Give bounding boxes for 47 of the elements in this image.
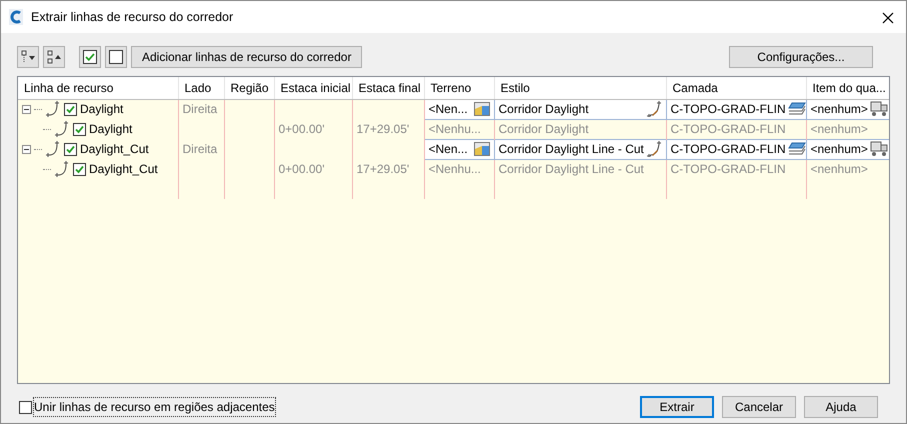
check-all-button[interactable] (79, 46, 101, 68)
feature-line-name: Daylight (89, 121, 132, 138)
table-cell: <Nenhu... (428, 162, 481, 176)
table-cell: Corridor Daylight Line - Cut (498, 162, 644, 176)
add-feature-lines-button[interactable]: Adicionar linhas de recurso do corredor (131, 46, 362, 68)
dialog-button[interactable]: Cancelar (722, 396, 796, 418)
expand-all-button[interactable] (17, 46, 39, 68)
table-cell: <nenhum> (810, 162, 868, 176)
table-cell: 0+00.00' (278, 162, 325, 176)
table-cell: <nenhum> (810, 122, 868, 136)
close-icon (882, 12, 894, 24)
settings-button[interactable]: Configurações... (729, 46, 873, 68)
table-cell: C-TOPO-GRAD-FLIN (670, 162, 786, 176)
table-cell: Direita (182, 142, 218, 156)
table-cell: Corridor Daylight (498, 122, 589, 136)
window-title: Extrair linhas de recurso do corredor (31, 8, 234, 26)
feature-line-name: Daylight_Cut (80, 141, 149, 158)
feature-line-name: Daylight_Cut (89, 161, 158, 178)
app-logo-icon (9, 9, 23, 25)
expand-tree-icon (20, 49, 36, 65)
table-cell: 17+29.05' (356, 162, 410, 176)
expander-icon[interactable] (22, 104, 31, 114)
uncheck-all-button[interactable] (105, 46, 127, 68)
join-label[interactable]: Unir linhas de recurso em regiões adjacentes (34, 398, 275, 416)
join-checkbox[interactable] (19, 400, 32, 414)
row-checkbox[interactable] (73, 122, 86, 136)
feature-line-name: Daylight (80, 101, 124, 118)
feature-line-icon (54, 161, 70, 177)
checked-box-icon (83, 50, 97, 64)
feature-line-icon (54, 121, 70, 137)
row-checkbox[interactable] (73, 162, 86, 176)
feature-line-icon (45, 141, 61, 157)
table-cell: C-TOPO-GRAD-FLIN (670, 122, 786, 136)
dialog-button[interactable]: Extrair (640, 396, 714, 418)
column-header[interactable]: Estilo (500, 80, 530, 95)
table-cell: 0+00.00' (278, 122, 325, 136)
dialog-button[interactable]: Ajuda (804, 396, 878, 418)
empty-box-icon (109, 50, 123, 64)
feature-line-icon (45, 101, 61, 118)
row-checkbox[interactable] (64, 142, 77, 156)
table-cell: Direita (182, 102, 218, 116)
expander-icon[interactable] (22, 144, 31, 154)
collapse-tree-icon (46, 49, 62, 65)
row-checkbox[interactable] (64, 102, 77, 116)
collapse-all-button[interactable] (43, 46, 65, 68)
table-cell: 17+29.05' (356, 122, 410, 136)
table-cell: <Nenhu... (428, 122, 481, 136)
